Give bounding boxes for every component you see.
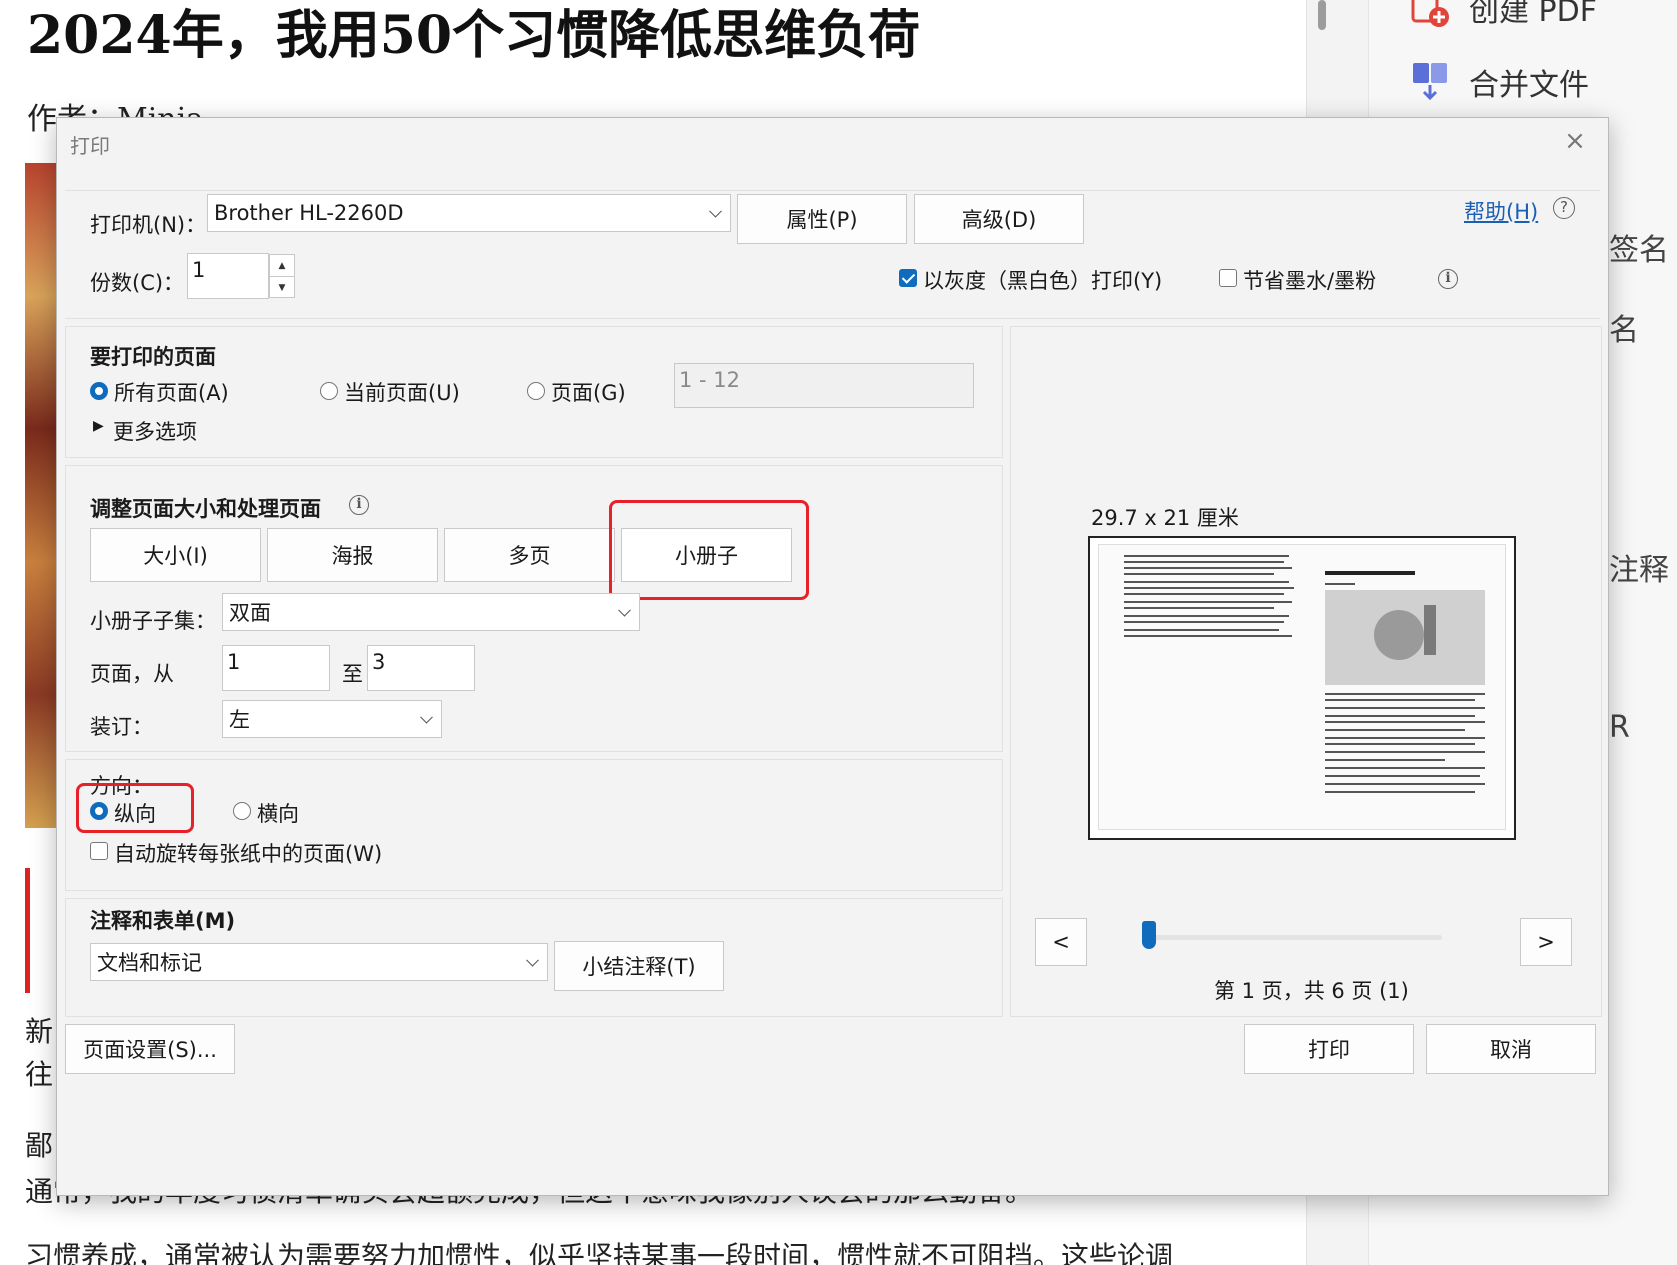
save-ink-label: 节省墨水/墨粉: [1243, 269, 1377, 293]
auto-rotate-label: 自动旋转每张纸中的页面(W): [114, 842, 383, 866]
page-slider-thumb[interactable]: [1142, 921, 1156, 949]
tool-peek[interactable]: 注释: [1609, 545, 1669, 589]
merge-files-label: 合并文件: [1469, 68, 1589, 103]
pages-from-input[interactable]: 1: [222, 645, 330, 691]
page-setup-button[interactable]: 页面设置(S)...: [65, 1024, 235, 1074]
pages-to-input[interactable]: 3: [367, 645, 475, 691]
grayscale-checkbox[interactable]: [899, 269, 917, 287]
dialog-title: 打印: [70, 134, 110, 158]
print-dialog: 打印 × 打印机(N)： Brother HL-2260D 属性(P) 高级(D…: [56, 117, 1609, 1196]
tool-peek[interactable]: R: [1609, 710, 1630, 745]
tab-size[interactable]: 大小(I): [90, 528, 261, 582]
orientation-panel: [65, 759, 1003, 891]
current-page-label: 当前页面(U): [344, 381, 460, 405]
summarize-comments-button[interactable]: 小结注释(T): [554, 941, 724, 991]
binding-value: 左: [229, 708, 250, 732]
portrait-highlight: [76, 783, 194, 833]
preview-page: [1088, 536, 1516, 840]
binding-select[interactable]: 左: [222, 700, 442, 738]
landscape-label: 横向: [257, 802, 299, 826]
pages-to-label: 至: [342, 662, 363, 686]
stepper-down-icon[interactable]: ▼: [270, 277, 294, 298]
subset-select[interactable]: 双面: [222, 593, 640, 631]
chevron-down-icon: [618, 603, 631, 617]
prev-page-button[interactable]: <: [1035, 918, 1087, 966]
copies-input[interactable]: 1: [187, 253, 269, 299]
pages-range-input[interactable]: 1 - 12: [674, 363, 974, 408]
close-icon[interactable]: ×: [1560, 126, 1590, 156]
comments-select[interactable]: 文档和标记: [90, 943, 548, 981]
info-icon[interactable]: i: [349, 495, 369, 515]
document-text-line: 习惯养成，通常被认为需要努力加惯性，似乎坚持某事一段时间，惯性就不可阻挡。这些论…: [25, 1240, 1174, 1265]
comments-value: 文档和标记: [97, 951, 202, 975]
document-title: 2024年，我用50个习惯降低思维负荷: [27, 5, 921, 66]
grayscale-label: 以灰度（黑白色）打印(Y): [923, 269, 1163, 293]
tool-peek[interactable]: 名: [1609, 305, 1639, 349]
printer-label: 打印机(N)：: [90, 213, 207, 237]
help-link[interactable]: 帮助(H): [1464, 196, 1538, 226]
help-icon[interactable]: ?: [1553, 197, 1575, 219]
landscape-radio[interactable]: [233, 802, 251, 820]
all-pages-label: 所有页面(A): [114, 381, 229, 405]
tab-multiple[interactable]: 多页: [444, 528, 615, 582]
create-pdf-label: 创建 PDF: [1469, 0, 1597, 29]
cancel-button[interactable]: 取消: [1426, 1024, 1596, 1074]
chevron-down-icon: [526, 953, 539, 967]
subset-value: 双面: [229, 601, 271, 625]
pages-radio[interactable]: [527, 382, 545, 400]
pages-label: 页面(G): [551, 381, 626, 405]
copies-stepper[interactable]: ▲ ▼: [269, 254, 295, 298]
tab-poster[interactable]: 海报: [267, 528, 438, 582]
subset-label: 小册子子集：: [90, 609, 216, 633]
document-illustration: [25, 163, 57, 828]
page-slider-track[interactable]: [1142, 935, 1442, 940]
page-status: 第 1 页，共 6 页 (1): [1214, 979, 1409, 1003]
print-button[interactable]: 打印: [1244, 1024, 1414, 1074]
document-text-line: 新: [25, 1015, 54, 1048]
expand-triangle-icon[interactable]: ▶: [93, 418, 104, 434]
all-pages-radio[interactable]: [90, 382, 108, 400]
paper-size: 29.7 x 21 厘米: [1091, 506, 1239, 530]
comments-title: 注释和表单(M): [90, 909, 236, 933]
document-text-line: 鄙: [25, 1129, 54, 1162]
chevron-down-icon: [709, 204, 722, 218]
save-ink-checkbox[interactable]: [1219, 269, 1237, 287]
pages-from-label: 页面，从: [90, 662, 174, 686]
pages-section-title: 要打印的页面: [90, 345, 216, 369]
preview-sheet: [1098, 544, 1506, 830]
merge-files-icon: [1409, 61, 1451, 103]
properties-button[interactable]: 属性(P): [737, 194, 907, 244]
more-options-toggle[interactable]: 更多选项: [113, 416, 197, 446]
preview-thumbnail: [1124, 555, 1485, 793]
copies-label: 份数(C)：: [90, 271, 185, 295]
printer-value: Brother HL-2260D: [214, 201, 404, 225]
document-text-line: 往: [25, 1058, 54, 1091]
create-pdf-icon: [1409, 0, 1451, 29]
advanced-button[interactable]: 高级(D): [914, 194, 1084, 244]
stepper-up-icon[interactable]: ▲: [270, 255, 294, 277]
quote-bar: [25, 868, 30, 993]
current-page-radio[interactable]: [320, 382, 338, 400]
chevron-down-icon: [420, 710, 433, 724]
scrollbar-thumb[interactable]: [1318, 0, 1326, 30]
sizing-section-title: 调整页面大小和处理页面: [90, 497, 321, 521]
next-page-button[interactable]: >: [1520, 918, 1572, 966]
merge-files-tool[interactable]: 合并文件: [1409, 60, 1589, 104]
printer-select[interactable]: Brother HL-2260D: [207, 194, 731, 232]
binding-label: 装订：: [90, 715, 153, 739]
auto-rotate-checkbox[interactable]: [90, 842, 108, 860]
tool-peek[interactable]: 签名: [1609, 225, 1669, 269]
info-icon[interactable]: i: [1438, 269, 1458, 289]
booklet-highlight: [609, 500, 809, 600]
create-pdf-tool[interactable]: 创建 PDF: [1409, 0, 1597, 30]
